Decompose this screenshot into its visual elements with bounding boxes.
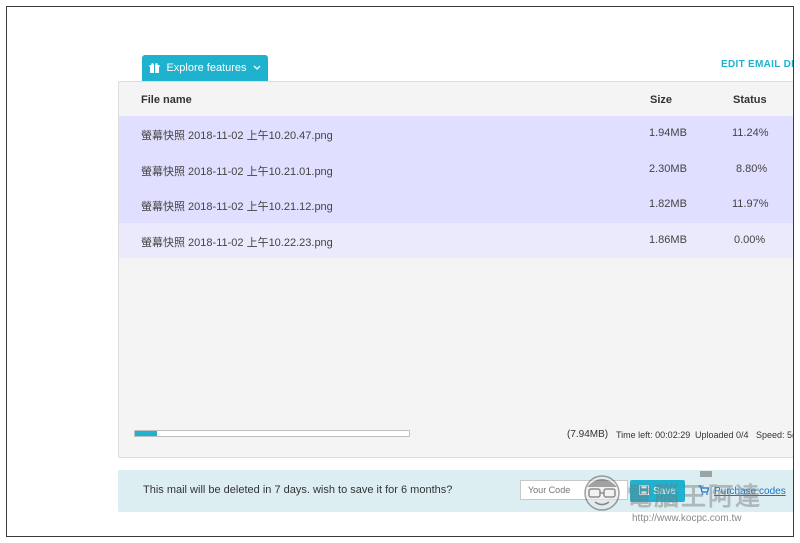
save-icon bbox=[639, 484, 650, 498]
explore-features-button[interactable]: Explore features bbox=[142, 55, 268, 81]
table-row[interactable]: 螢幕快照 2018-11-02 上午10.21.12.png 1.82MB 11… bbox=[119, 187, 793, 223]
table-row[interactable]: 螢幕快照 2018-11-02 上午10.21.01.png 2.30MB 8.… bbox=[119, 151, 793, 187]
table-row[interactable]: 螢幕快照 2018-11-02 上午10.22.23.png 1.86MB 0.… bbox=[119, 222, 793, 258]
save-button[interactable]: Save bbox=[630, 480, 685, 502]
purchase-codes-label: Purchase codes bbox=[714, 486, 786, 497]
file-status-cell: 11.97% bbox=[732, 198, 769, 210]
table-header: File name Size Status bbox=[119, 82, 793, 116]
file-status-cell: 0.00% bbox=[734, 233, 766, 246]
uploaded-count-text: Uploaded 0/4 bbox=[695, 430, 749, 440]
explore-features-label: Explore features bbox=[166, 62, 247, 74]
total-size-text: (7.94MB) bbox=[567, 429, 609, 440]
file-size-cell: 2.30MB bbox=[649, 162, 687, 175]
app-window: Explore features EDIT EMAIL DET File nam… bbox=[6, 6, 794, 537]
chevron-down-icon bbox=[253, 65, 261, 71]
save-mail-bar: This mail will be deleted in 7 days. wis… bbox=[118, 470, 793, 512]
column-size: Size bbox=[650, 94, 673, 106]
file-name-cell: 螢幕快照 2018-11-02 上午10.21.01.png bbox=[141, 165, 333, 178]
code-input[interactable] bbox=[520, 480, 628, 500]
file-size-cell: 1.94MB bbox=[649, 127, 687, 139]
column-status: Status bbox=[733, 94, 767, 106]
upload-progress-bar bbox=[134, 430, 410, 437]
upload-progress-fill bbox=[135, 431, 157, 436]
file-size-cell: 1.82MB bbox=[649, 198, 687, 210]
upload-file-panel: File name Size Status 螢幕快照 2018-11-02 上午… bbox=[118, 81, 794, 458]
file-status-cell: 8.80% bbox=[736, 162, 768, 175]
file-size-cell: 1.86MB bbox=[649, 233, 687, 246]
purchase-codes-link[interactable]: Purchase codes bbox=[698, 485, 786, 498]
time-left-text: Time left: 00:02:29 bbox=[616, 430, 691, 440]
file-name-cell: 螢幕快照 2018-11-02 上午10.22.23.png bbox=[141, 236, 333, 249]
file-name-cell: 螢幕快照 2018-11-02 上午10.21.12.png bbox=[141, 201, 333, 213]
table-row[interactable]: 螢幕快照 2018-11-02 上午10.20.47.png 1.94MB 11… bbox=[119, 116, 793, 152]
file-status-cell: 11.24% bbox=[732, 127, 769, 139]
file-name-cell: 螢幕快照 2018-11-02 上午10.20.47.png bbox=[141, 130, 333, 142]
edit-email-details-link[interactable]: EDIT EMAIL DET bbox=[721, 59, 793, 70]
save-mail-message: This mail will be deleted in 7 days. wis… bbox=[143, 484, 453, 496]
column-file-name: File name bbox=[141, 94, 192, 106]
save-label: Save bbox=[653, 485, 676, 497]
upload-speed-text: Speed: 5( bbox=[756, 430, 794, 440]
cart-icon bbox=[698, 485, 710, 498]
watermark-url: http://www.kocpc.com.tw bbox=[632, 513, 742, 524]
gift-icon bbox=[149, 62, 160, 74]
